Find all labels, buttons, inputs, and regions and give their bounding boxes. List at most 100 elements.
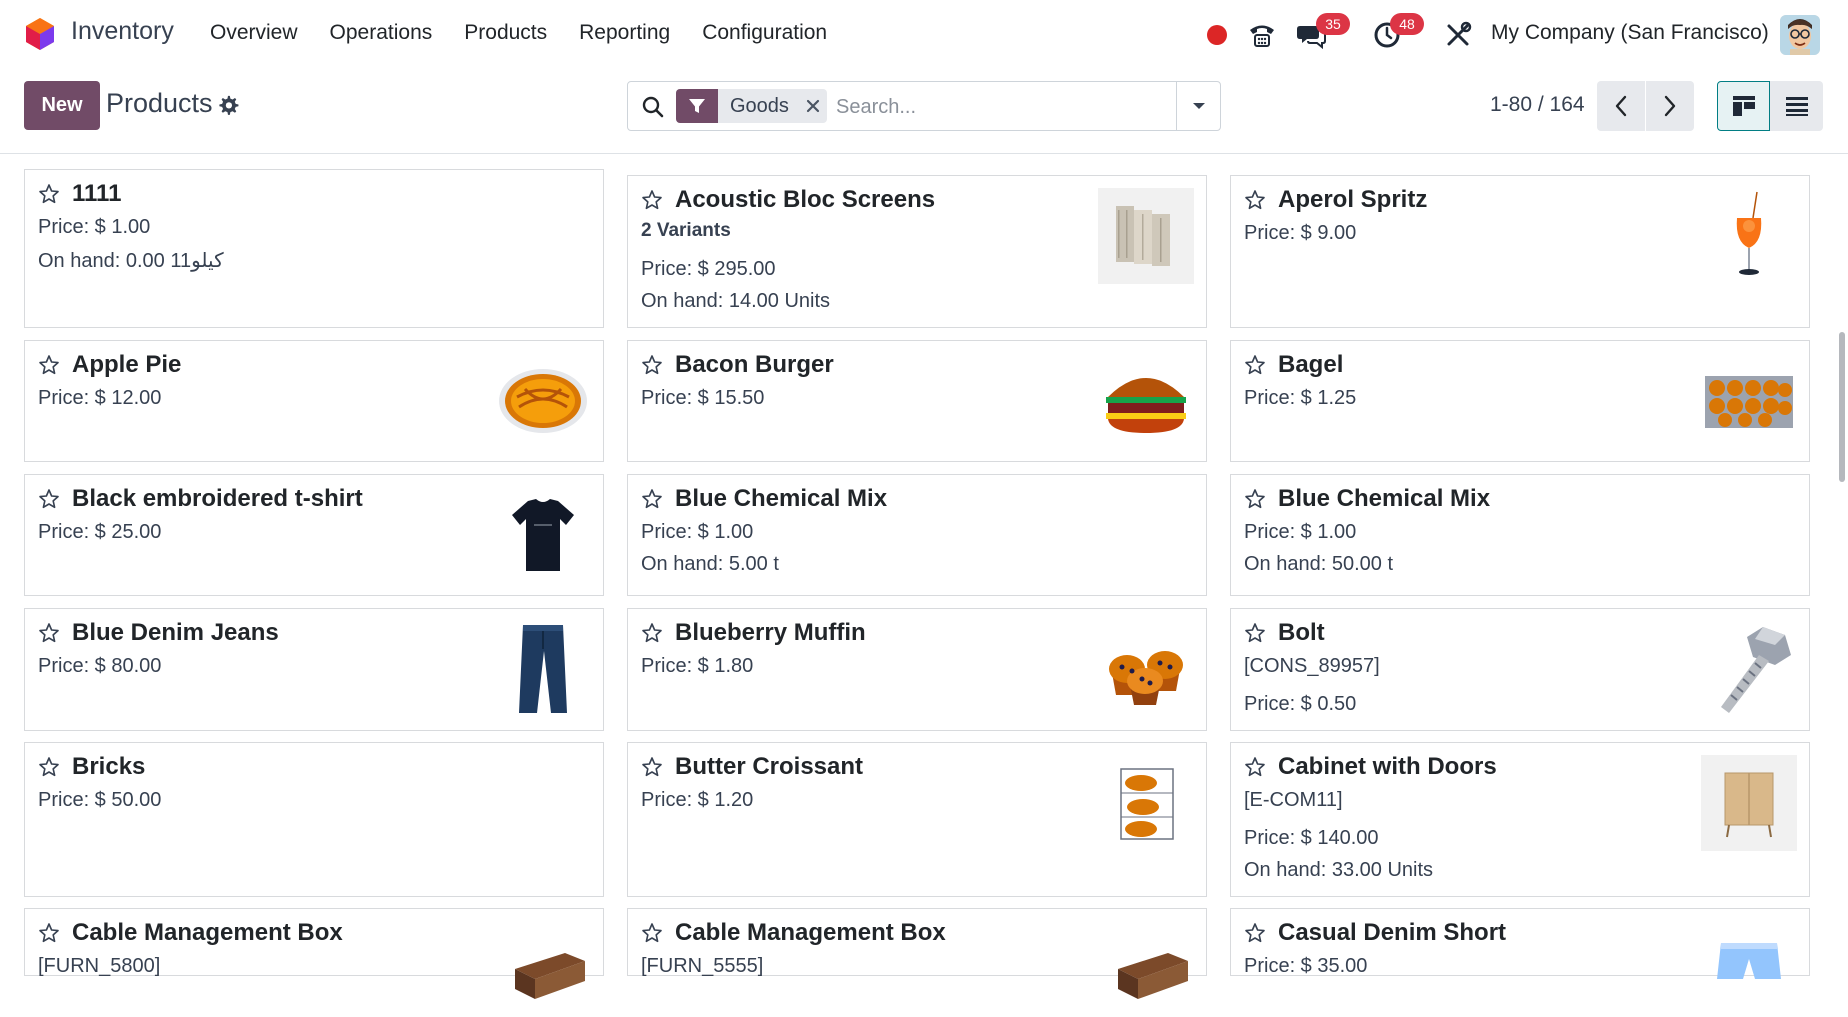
product-card[interactable]: Black embroidered t-shirt Price: $ 25.00 bbox=[24, 474, 604, 596]
main-menu: Overview Operations Products Reporting C… bbox=[210, 21, 859, 45]
menu-configuration[interactable]: Configuration bbox=[702, 21, 827, 45]
product-price: Price: $ 1.25 bbox=[1244, 387, 1357, 409]
favorite-star-icon[interactable] bbox=[641, 354, 663, 376]
search-options-toggle[interactable] bbox=[1176, 82, 1220, 130]
burger-image bbox=[1098, 353, 1194, 449]
product-price: Price: $ 15.50 bbox=[641, 387, 765, 409]
product-card[interactable]: Cabinet with Doors [E-COM11] Price: $ 140.… bbox=[1230, 742, 1810, 897]
product-name: Cable Management Box bbox=[675, 919, 946, 946]
favorite-star-icon[interactable] bbox=[641, 756, 663, 778]
product-reference: [FURN_5555] bbox=[641, 955, 764, 977]
favorite-star-icon[interactable] bbox=[38, 756, 60, 778]
search-facet: Goods bbox=[676, 89, 827, 123]
favorite-star-icon[interactable] bbox=[641, 189, 663, 211]
favorite-star-icon[interactable] bbox=[38, 922, 60, 944]
cocktail-image bbox=[1701, 188, 1797, 284]
product-card[interactable]: Blue Chemical Mix Price: $ 1.00 On hand: 5… bbox=[627, 474, 1207, 596]
user-avatar[interactable] bbox=[1780, 15, 1820, 55]
product-name: Cabinet with Doors bbox=[1278, 753, 1497, 780]
search-input[interactable] bbox=[836, 91, 1166, 123]
gear-icon[interactable] bbox=[217, 94, 239, 116]
product-name: Bacon Burger bbox=[675, 351, 834, 378]
product-price: Price: $ 1.00 bbox=[1244, 521, 1357, 543]
product-price: Price: $ 1.00 bbox=[641, 521, 754, 543]
search-bar: Goods bbox=[627, 81, 1221, 131]
tshirt-image bbox=[495, 487, 591, 583]
search-icon[interactable] bbox=[641, 95, 665, 119]
product-name: Acoustic Bloc Screens bbox=[675, 186, 936, 213]
jeans-image bbox=[495, 621, 591, 717]
product-card[interactable]: Acoustic Bloc Screens 2 Variants Price: $ … bbox=[627, 175, 1207, 328]
scrollbar-thumb[interactable] bbox=[1839, 332, 1845, 482]
company-switcher[interactable]: My Company (San Francisco) bbox=[1491, 21, 1769, 45]
favorite-star-icon[interactable] bbox=[38, 488, 60, 510]
remove-facet-icon[interactable] bbox=[799, 89, 827, 123]
product-on-hand: On hand: 33.00 Units bbox=[1244, 859, 1434, 881]
shorts-image bbox=[1701, 921, 1797, 1017]
favorite-star-icon[interactable] bbox=[641, 622, 663, 644]
favorite-star-icon[interactable] bbox=[1244, 354, 1266, 376]
product-price: Price: $ 1.80 bbox=[641, 655, 754, 677]
favorite-star-icon[interactable] bbox=[1244, 488, 1266, 510]
product-card[interactable]: Bagel Price: $ 1.25 bbox=[1230, 340, 1810, 462]
menu-overview[interactable]: Overview bbox=[210, 21, 298, 45]
croissant-image bbox=[1098, 755, 1194, 851]
menu-reporting[interactable]: Reporting bbox=[579, 21, 670, 45]
product-card[interactable]: Aperol Spritz Price: $ 9.00 bbox=[1230, 175, 1810, 328]
pager-next-button[interactable] bbox=[1646, 81, 1694, 131]
favorite-star-icon[interactable] bbox=[1244, 622, 1266, 644]
favorite-star-icon[interactable] bbox=[38, 622, 60, 644]
product-card[interactable]: Bricks Price: $ 50.00 bbox=[24, 742, 604, 897]
phone-icon[interactable] bbox=[1247, 20, 1277, 50]
page-title: Products bbox=[106, 88, 213, 118]
product-price: Price: $ 140.00 bbox=[1244, 827, 1379, 849]
product-on-hand: On hand: 5.00 t bbox=[641, 553, 779, 575]
product-reference: [CONS_89957] bbox=[1244, 655, 1380, 677]
bolt-image bbox=[1701, 621, 1797, 717]
product-name: 1111 bbox=[72, 180, 122, 207]
favorite-star-icon[interactable] bbox=[38, 354, 60, 376]
pager-previous-button[interactable] bbox=[1597, 81, 1645, 131]
product-price: Price: $ 35.00 bbox=[1244, 955, 1368, 977]
favorite-star-icon[interactable] bbox=[641, 488, 663, 510]
scrollbar[interactable] bbox=[1836, 160, 1848, 966]
box-image bbox=[1098, 921, 1194, 1017]
product-price: Price: $ 0.50 bbox=[1244, 693, 1357, 715]
kanban-icon bbox=[1732, 96, 1755, 116]
list-icon bbox=[1785, 97, 1808, 116]
recording-indicator-icon[interactable] bbox=[1207, 25, 1227, 45]
product-card[interactable]: Blueberry Muffin Price: $ 1.80 bbox=[627, 608, 1207, 731]
pie-image bbox=[495, 353, 591, 449]
product-name: Blue Denim Jeans bbox=[72, 619, 279, 646]
menu-products[interactable]: Products bbox=[464, 21, 547, 45]
box-image bbox=[495, 921, 591, 1017]
pager-value[interactable]: 1-80 / 164 bbox=[1490, 93, 1585, 117]
debug-tools-icon[interactable] bbox=[1443, 20, 1473, 50]
new-button[interactable]: New bbox=[24, 81, 100, 130]
kanban-view-button[interactable] bbox=[1717, 81, 1770, 131]
product-name: Black embroidered t-shirt bbox=[72, 485, 363, 512]
product-on-hand: On hand: 0.00 11كيلو bbox=[38, 250, 224, 272]
product-on-hand: On hand: 14.00 Units bbox=[641, 290, 831, 312]
favorite-star-icon[interactable] bbox=[1244, 922, 1266, 944]
product-reference: [FURN_5800] bbox=[38, 955, 161, 977]
favorite-star-icon[interactable] bbox=[38, 183, 60, 205]
favorite-star-icon[interactable] bbox=[1244, 756, 1266, 778]
product-price: Price: $ 12.00 bbox=[38, 387, 162, 409]
muffin-image bbox=[1098, 621, 1194, 717]
inventory-app-icon[interactable] bbox=[24, 17, 56, 51]
favorite-star-icon[interactable] bbox=[641, 922, 663, 944]
app-name[interactable]: Inventory bbox=[71, 17, 174, 46]
product-card[interactable]: 1111 Price: $ 1.00 On hand: 0.00 11كيلو bbox=[24, 169, 604, 328]
product-price: Price: $ 80.00 bbox=[38, 655, 162, 677]
product-card[interactable]: Blue Chemical Mix Price: $ 1.00 On hand: 5… bbox=[1230, 474, 1810, 596]
facet-label: Goods bbox=[730, 95, 789, 117]
list-view-button[interactable] bbox=[1770, 81, 1823, 131]
menu-operations[interactable]: Operations bbox=[330, 21, 433, 45]
product-card[interactable]: Bolt [CONS_89957] Price: $ 0.50 bbox=[1230, 608, 1810, 731]
favorite-star-icon[interactable] bbox=[1244, 189, 1266, 211]
product-card[interactable]: Apple Pie Price: $ 12.00 bbox=[24, 340, 604, 462]
product-card[interactable]: Butter Croissant Price: $ 1.20 bbox=[627, 742, 1207, 897]
product-card[interactable]: Bacon Burger Price: $ 15.50 bbox=[627, 340, 1207, 462]
product-card[interactable]: Blue Denim Jeans Price: $ 80.00 bbox=[24, 608, 604, 731]
